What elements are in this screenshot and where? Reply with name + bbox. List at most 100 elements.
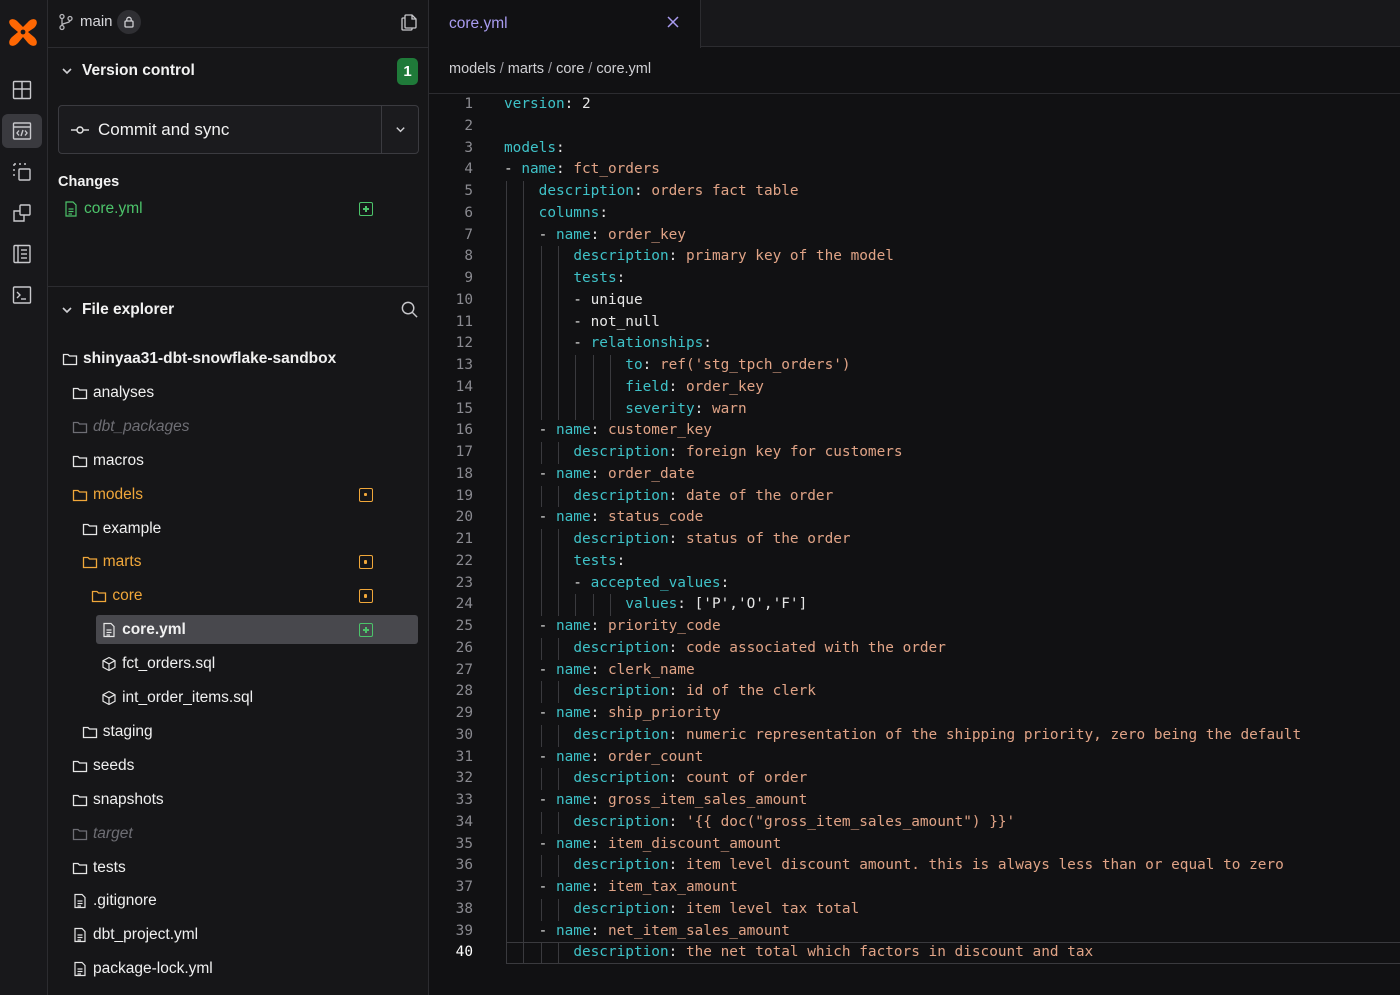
tree-item-label: example — [102, 519, 162, 537]
indent-guide — [506, 637, 507, 660]
tree-item-core[interactable]: core — [91, 582, 143, 610]
indent-guide — [592, 355, 594, 377]
indent-guide — [540, 529, 542, 551]
line-number: 30 — [455, 726, 473, 743]
rail-layout-button[interactable] — [2, 73, 42, 107]
yaml-value: clerk_name — [607, 661, 695, 678]
indent-guide — [506, 289, 507, 312]
indent-guide — [558, 572, 560, 595]
indent-guide — [540, 442, 542, 464]
indent-guide — [523, 420, 525, 442]
indent-guide — [523, 746, 525, 769]
added-status-icon — [359, 202, 373, 216]
rail-code-editor-button[interactable] — [2, 114, 42, 148]
version-control-header[interactable]: Version control — [60, 62, 195, 80]
line-number: 21 — [455, 531, 473, 547]
yaml-value: gross_item_sales_amount — [607, 792, 808, 808]
commit-and-sync-button[interactable]: Commit and sync — [59, 106, 381, 153]
code-line: - name: fct_orders — [504, 161, 660, 178]
yaml-key: name — [555, 661, 591, 678]
code-line: values: ['P','O','F'] — [625, 596, 808, 613]
tree-item-dbt-project-yml[interactable]: dbt_project.yml — [72, 921, 198, 949]
tree-item-example[interactable]: example — [82, 515, 162, 543]
tree-item-dbt-packages[interactable]: dbt_packages — [72, 413, 190, 441]
indent-guide — [523, 181, 525, 203]
line-number: 12 — [455, 335, 473, 352]
tree-item-analyses[interactable]: analyses — [72, 379, 154, 407]
line-number: 23 — [455, 574, 473, 591]
indent-guide — [523, 485, 525, 508]
tree-item-models[interactable]: models — [72, 481, 143, 509]
indent-guide — [558, 637, 560, 660]
rail-list-button[interactable] — [2, 237, 42, 271]
file-icon — [74, 962, 86, 977]
rail-select-button[interactable] — [2, 155, 42, 189]
indent-guide — [523, 768, 525, 790]
line-number: 27 — [455, 661, 473, 678]
line-number: 18 — [455, 465, 473, 482]
indent-guide — [610, 376, 612, 399]
close-icon[interactable] — [666, 15, 680, 29]
indent-guide — [506, 398, 507, 421]
tree-item-label: fct_orders.sql — [122, 655, 216, 673]
rail-copy-button[interactable] — [2, 196, 42, 230]
yaml-value: warn — [711, 400, 747, 417]
dbt-logo-icon[interactable] — [7, 16, 39, 48]
line-number: 35 — [455, 835, 473, 852]
line-number: 19 — [455, 487, 473, 504]
tree-item-target[interactable]: target — [72, 820, 133, 848]
tree-item-core-yml[interactable]: core.yml — [101, 616, 186, 644]
breadcrumb-item[interactable]: core.yml — [596, 61, 651, 77]
git-branch-icon — [59, 13, 73, 31]
file-explorer-header[interactable]: File explorer — [60, 301, 174, 319]
code-line: - name: net_item_sales_amount — [504, 922, 790, 939]
yaml-value: ['P','O','F'] — [694, 596, 808, 613]
tree-item-shinyaa31-dbt-snowflake-sandbox[interactable]: shinyaa31-dbt-snowflake-sandbox — [62, 345, 336, 373]
line-number: 39 — [455, 922, 473, 939]
changed-file-core-yml[interactable]: core.yml — [64, 200, 143, 218]
search-icon[interactable] — [400, 300, 419, 319]
code-line: - name: order_key — [504, 226, 686, 243]
tree-item-staging[interactable]: staging — [82, 718, 153, 746]
indent-guide — [523, 289, 525, 312]
tree-item-marts[interactable]: marts — [82, 548, 141, 576]
tree-item-macros[interactable]: macros — [72, 447, 144, 475]
indent-guide — [506, 355, 507, 377]
sidebar: main Version control 1 Commit and sync C… — [48, 0, 429, 995]
copy-branch-icon[interactable] — [399, 12, 419, 32]
tree-item-label: target — [93, 824, 133, 842]
indent-guide — [506, 920, 507, 943]
code-editor[interactable]: 1 version: 2 2 3 models: 4- name: fct_orders 5… — [429, 94, 1400, 995]
yaml-value: id of the clerk — [685, 683, 816, 700]
tree-item-fct-orders-sql[interactable]: fct_orders.sql — [101, 650, 215, 678]
yaml-value: unique — [590, 291, 643, 308]
commit-options-dropdown[interactable] — [381, 106, 418, 153]
rail-terminal-button[interactable] — [2, 278, 42, 312]
indent-guide — [540, 768, 542, 790]
tree-item-gitignore[interactable]: .gitignore — [72, 887, 157, 915]
breadcrumb-item[interactable]: core — [556, 61, 584, 77]
tree-item-tests[interactable]: tests — [72, 854, 126, 882]
tree-item-int-order-items-sql[interactable]: int_order_items.sql — [101, 684, 253, 712]
breadcrumb-item[interactable]: models — [449, 61, 496, 77]
list-icon — [13, 244, 31, 264]
tree-item-seeds[interactable]: seeds — [72, 752, 134, 780]
tree-item-snapshots[interactable]: snapshots — [72, 786, 164, 814]
yaml-key: description — [573, 770, 669, 787]
branch-name[interactable]: main — [80, 13, 113, 30]
indent-guide — [558, 246, 560, 268]
line-number: 11 — [455, 313, 473, 330]
line-number: 13 — [455, 357, 473, 373]
yaml-value: numeric representation of the shipping p… — [685, 726, 1302, 743]
indent-guide — [523, 920, 525, 943]
yaml-key: description — [573, 944, 669, 961]
indent-guide — [506, 877, 507, 899]
indent-guide — [506, 376, 507, 399]
tab-core-yml[interactable]: core.yml — [429, 0, 701, 48]
tree-item-package-lock-yml[interactable]: package-lock.yml — [72, 955, 213, 983]
breadcrumb-item[interactable]: marts — [508, 61, 544, 77]
folder-icon — [72, 387, 88, 400]
line-number: 1 — [464, 96, 473, 112]
indent-guide — [540, 898, 542, 921]
yaml-key: name — [555, 879, 591, 895]
